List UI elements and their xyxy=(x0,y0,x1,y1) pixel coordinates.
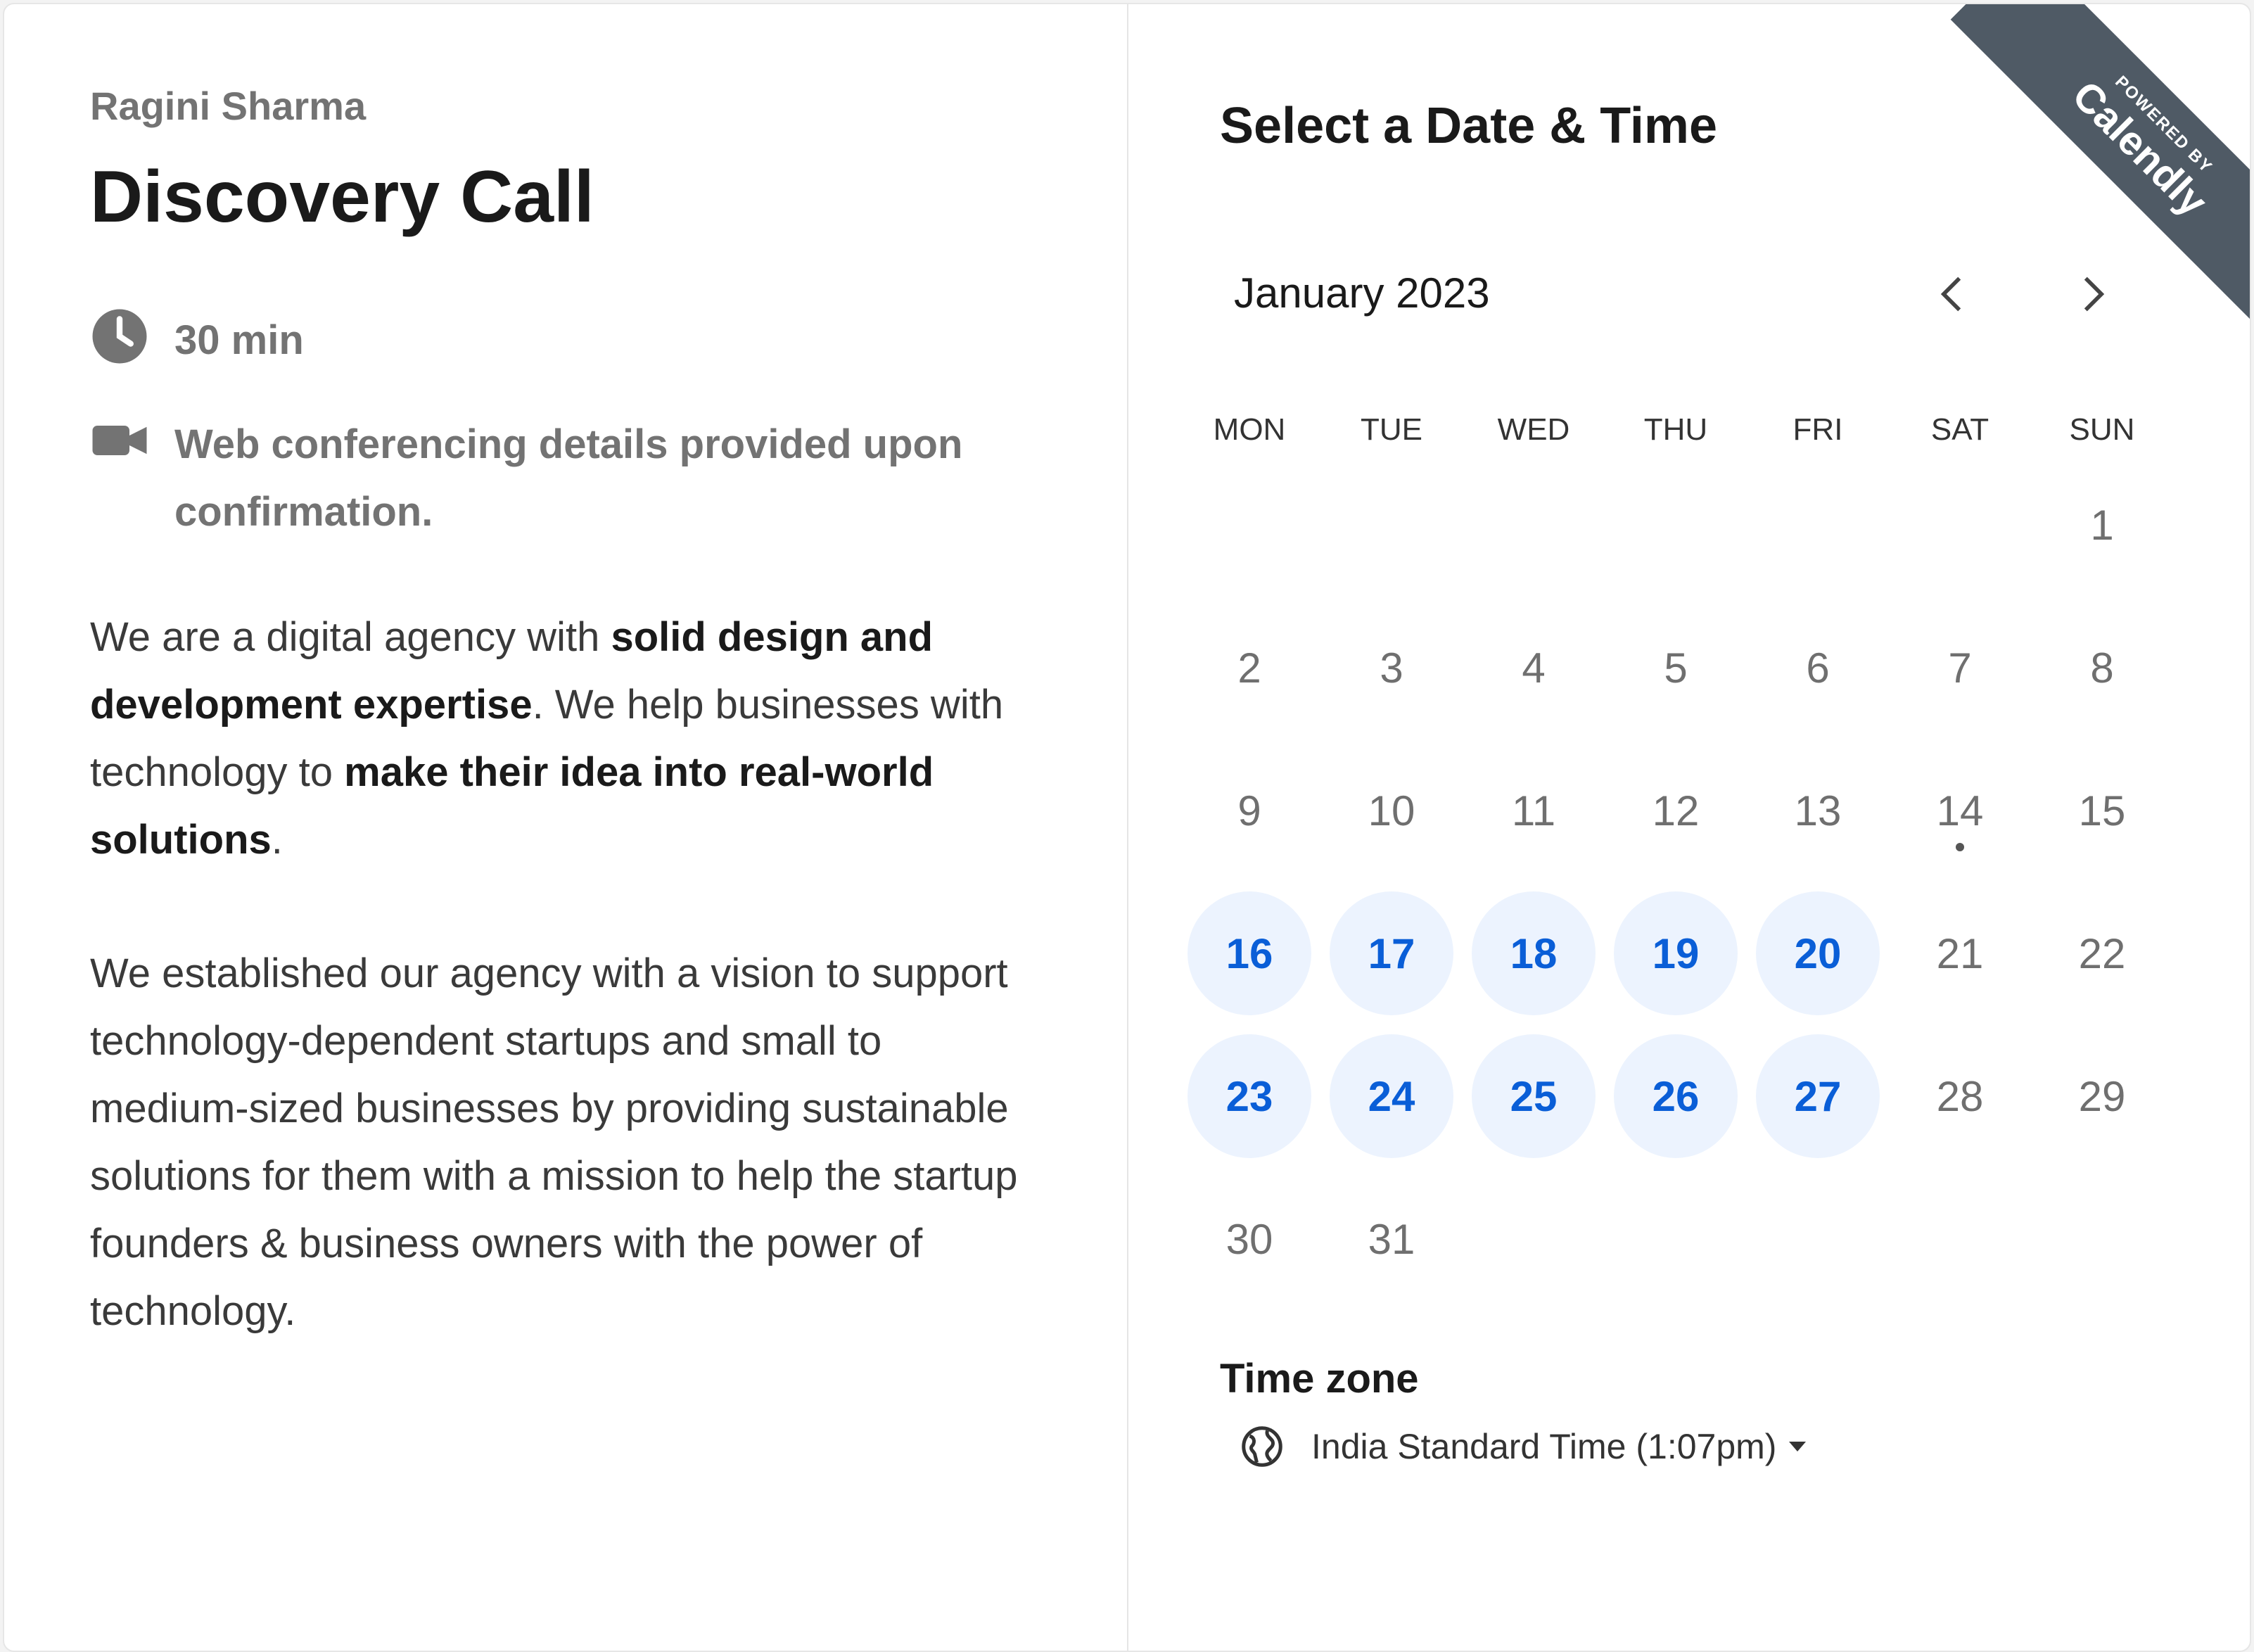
day-28: 28 xyxy=(1936,1072,1984,1120)
duration-row: 30 min xyxy=(90,307,304,374)
day-9: 9 xyxy=(1237,787,1261,834)
month-label: January 2023 xyxy=(1234,269,1490,317)
duration-text: 30 min xyxy=(174,317,304,363)
conferencing-text: Web conferencing details provided upon c… xyxy=(174,421,963,535)
day-31: 31 xyxy=(1368,1215,1415,1263)
day-11: 11 xyxy=(1511,787,1556,834)
conferencing-row: Web conferencing details provided upon c… xyxy=(90,411,1047,546)
day-2: 2 xyxy=(1237,644,1261,692)
day-8: 8 xyxy=(2090,644,2114,692)
available-day-18[interactable]: 18 xyxy=(1472,891,1596,1015)
available-day-20[interactable]: 20 xyxy=(1756,891,1880,1015)
weekday-wed: WED xyxy=(1497,412,1570,447)
day-1: 1 xyxy=(2090,501,2114,549)
day-12: 12 xyxy=(1652,787,1700,834)
available-day-24[interactable]: 24 xyxy=(1330,1034,1453,1158)
day-13: 13 xyxy=(1794,787,1842,834)
day-5: 5 xyxy=(1664,644,1688,692)
day-15: 15 xyxy=(2078,787,2126,834)
available-day-23[interactable]: 23 xyxy=(1188,1034,1311,1158)
weekday-tue: TUE xyxy=(1361,412,1422,447)
weekday-sat: SAT xyxy=(1930,412,1989,447)
day-4: 4 xyxy=(1522,644,1546,692)
weekday-sun: SUN xyxy=(2069,412,2135,447)
available-day-16[interactable]: 16 xyxy=(1188,891,1311,1015)
description-text-run: We are a digital agency with xyxy=(90,614,611,660)
globe-icon xyxy=(1242,1426,1282,1467)
available-day-26[interactable]: 26 xyxy=(1614,1034,1738,1158)
available-day-27[interactable]: 27 xyxy=(1756,1034,1880,1158)
video-camera-icon xyxy=(92,426,147,455)
event-title: Discovery Call xyxy=(90,156,594,238)
organizer-name: Ragini Sharma xyxy=(90,84,367,128)
clock-icon xyxy=(92,309,147,364)
booking-card: Ragini Sharma Discovery Call 30 min Web … xyxy=(3,3,2251,1652)
previous-month-button[interactable] xyxy=(1916,259,1987,329)
timezone-label: Time zone xyxy=(1220,1356,1419,1402)
available-day-17[interactable]: 17 xyxy=(1330,891,1453,1015)
weekday-thu: THU xyxy=(1643,412,1708,447)
chevron-left-icon xyxy=(1940,277,1961,312)
description-paragraph-2: We established our agency with a vision … xyxy=(90,951,1018,1334)
available-day-25[interactable]: 25 xyxy=(1472,1034,1596,1158)
event-details-panel: Ragini Sharma Discovery Call 30 min Web … xyxy=(4,4,1128,1651)
timezone-value: India Standard Time (1:07pm) xyxy=(1311,1427,1777,1466)
day-10: 10 xyxy=(1368,787,1415,834)
calendar-panel: Select a Date & Time January 2023 MON TUE… xyxy=(1128,4,2250,1651)
day-3: 3 xyxy=(1380,644,1403,692)
day-29: 29 xyxy=(2078,1072,2126,1120)
timezone-dropdown[interactable]: India Standard Time (1:07pm) xyxy=(1241,1425,1807,1468)
next-month-button[interactable] xyxy=(2058,259,2129,329)
caret-down-icon xyxy=(1789,1442,1807,1451)
weekday-fri: FRI xyxy=(1793,412,1843,447)
day-30: 30 xyxy=(1225,1215,1273,1263)
description-paragraph-1: We are a digital agency with solid desig… xyxy=(90,604,1047,874)
day-7: 7 xyxy=(1948,644,1972,692)
day-6: 6 xyxy=(1806,644,1830,692)
day-22: 22 xyxy=(2078,929,2126,977)
day-14: 14 xyxy=(1936,787,1984,834)
chevron-right-icon xyxy=(2084,277,2105,312)
weekday-mon: MON xyxy=(1213,412,1286,447)
available-day-19[interactable]: 19 xyxy=(1614,891,1738,1015)
description-text-run: . xyxy=(271,817,283,863)
day-21: 21 xyxy=(1936,929,1984,977)
today-indicator xyxy=(1956,843,1964,851)
calendar-heading: Select a Date & Time xyxy=(1220,98,1717,154)
